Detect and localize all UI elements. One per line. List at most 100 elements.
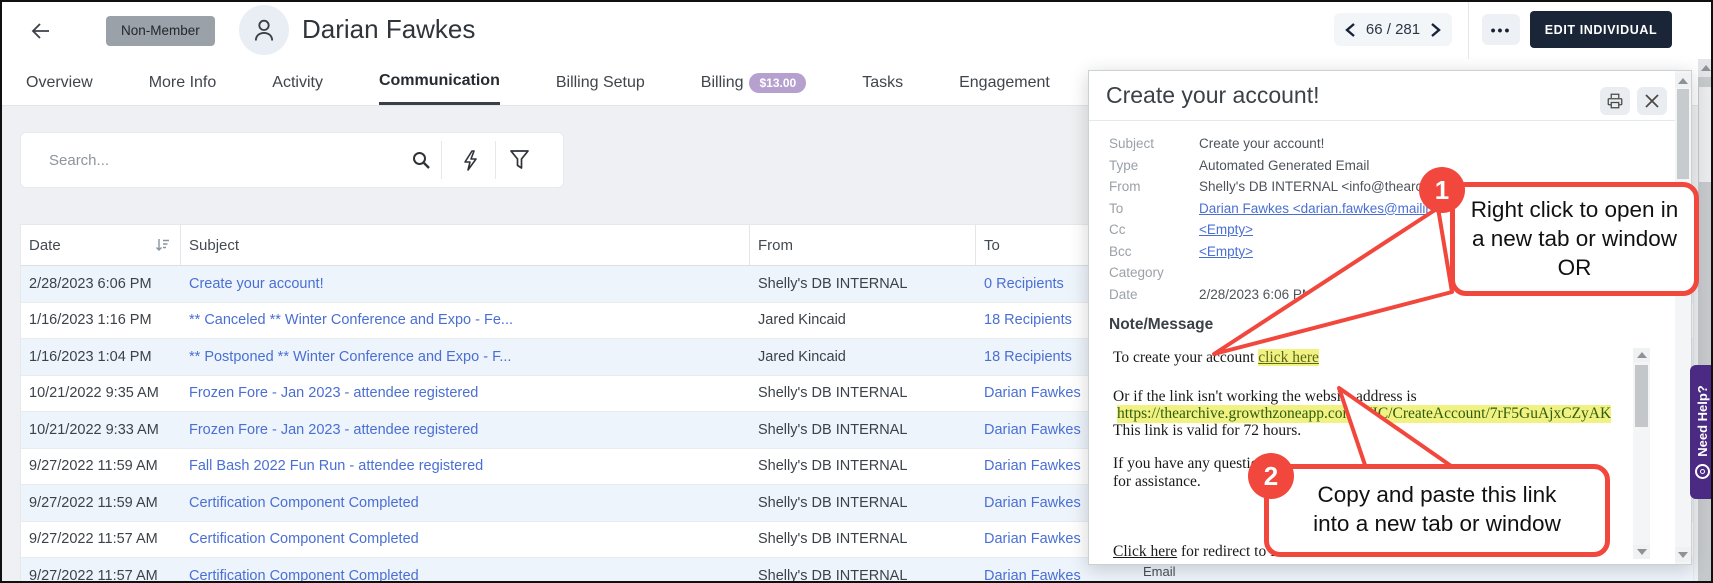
cell-date: 9/27/2022 11:57 AM bbox=[29, 567, 158, 583]
tab-engagement[interactable]: Engagement bbox=[959, 60, 1050, 105]
cell-from: Shelly's DB INTERNAL bbox=[758, 494, 908, 511]
page-scroll-up[interactable] bbox=[1698, 59, 1711, 77]
cell-date: 9/27/2022 11:57 AM bbox=[29, 531, 158, 548]
cell-date: 2/28/2023 6:06 PM bbox=[29, 275, 152, 292]
email-field-row: Subject Create your account! bbox=[1109, 133, 1579, 155]
filter-funnel-icon[interactable] bbox=[510, 150, 529, 175]
column-header-from[interactable]: From bbox=[750, 225, 976, 265]
record-pagination: 66 / 281 bbox=[1334, 13, 1452, 46]
note-scroll-up[interactable] bbox=[1633, 348, 1650, 362]
redirect-click-here-link[interactable]: Click here bbox=[1113, 543, 1177, 560]
header-divider bbox=[1468, 2, 1469, 59]
cell-date: 10/21/2022 9:35 AM bbox=[29, 385, 159, 402]
dialog-scroll-up[interactable] bbox=[1675, 73, 1691, 88]
more-actions-button[interactable]: ••• bbox=[1482, 14, 1520, 45]
page-title: Darian Fawkes bbox=[302, 14, 476, 44]
column-header-date[interactable]: Date bbox=[21, 225, 181, 265]
cell-to-link[interactable]: Darian Fawkes bbox=[976, 568, 1693, 581]
page-scroll-thumb[interactable] bbox=[1699, 87, 1711, 182]
sort-icon[interactable] bbox=[155, 238, 170, 252]
note-scroll-thumb[interactable] bbox=[1635, 365, 1648, 427]
dialog-title: Create your account! bbox=[1106, 82, 1320, 108]
cell-subject-link[interactable]: Certification Component Completed bbox=[181, 495, 750, 511]
email-field-row: Type Automated Generated Email bbox=[1109, 155, 1579, 177]
tab-activity[interactable]: Activity bbox=[272, 60, 323, 105]
callout-2-bubble: Copy and paste this link into a new tab … bbox=[1264, 464, 1610, 557]
cell-subject-link[interactable]: Certification Component Completed bbox=[181, 568, 750, 581]
cell-date: 9/27/2022 11:59 AM bbox=[29, 458, 158, 475]
quick-actions-lightning-icon[interactable] bbox=[463, 150, 480, 176]
note-line-6: Click here for redirect to B bbox=[1113, 543, 1281, 560]
cell-subject-link[interactable]: ** Postponed ** Winter Conference and Ex… bbox=[181, 349, 750, 365]
search-icon[interactable] bbox=[411, 150, 431, 175]
page-scrollbar[interactable] bbox=[1698, 59, 1711, 581]
search-divider-2 bbox=[495, 141, 496, 179]
account-url-link[interactable]: https://thearchive.growthzoneapp.com/MIC… bbox=[1117, 405, 1612, 423]
field-value: Automated Generated Email bbox=[1199, 157, 1370, 173]
next-record-button[interactable] bbox=[1430, 22, 1441, 37]
search-input[interactable]: Search... bbox=[49, 133, 109, 187]
billing-amount-badge: $13.00 bbox=[749, 72, 807, 93]
tab-billing-label: Billing bbox=[700, 73, 744, 91]
field-label: To bbox=[1109, 200, 1124, 216]
tab-billing-setup[interactable]: Billing Setup bbox=[556, 60, 645, 105]
column-header-subject[interactable]: Subject bbox=[181, 225, 750, 265]
cell-subject-link[interactable]: ** Canceled ** Winter Conference and Exp… bbox=[181, 312, 750, 328]
field-value: <Empty> bbox=[1199, 243, 1254, 259]
header-bar: Non-Member Darian Fawkes 66 / 281 ••• ED… bbox=[2, 2, 1711, 61]
prev-record-button[interactable] bbox=[1345, 22, 1356, 37]
search-divider bbox=[441, 141, 442, 179]
note-message-heading: Note/Message bbox=[1109, 316, 1214, 333]
dialog-scroll-down[interactable] bbox=[1675, 547, 1691, 562]
cell-date: 10/21/2022 9:33 AM bbox=[29, 421, 159, 438]
callout-1-number: 1 bbox=[1419, 167, 1465, 213]
need-help-tab[interactable]: Need Help? bbox=[1690, 365, 1711, 499]
dialog-scroll-thumb[interactable] bbox=[1677, 89, 1689, 179]
field-value: Create your account! bbox=[1199, 136, 1325, 152]
cell-subject-link[interactable]: Fall Bash 2022 Fun Run - attendee regist… bbox=[181, 458, 750, 474]
cell-from: Jared Kincaid bbox=[758, 348, 846, 365]
cell-from: Shelly's DB INTERNAL bbox=[758, 567, 908, 583]
field-label: Subject bbox=[1109, 136, 1155, 152]
click-here-link[interactable]: click here bbox=[1258, 349, 1319, 366]
print-button[interactable] bbox=[1600, 87, 1630, 115]
edit-individual-button[interactable]: EDIT INDIVIDUAL bbox=[1530, 11, 1672, 48]
cell-date: 9/27/2022 11:59 AM bbox=[29, 494, 158, 511]
cell-from: Shelly's DB INTERNAL bbox=[758, 458, 908, 475]
search-bar[interactable]: Search... bbox=[20, 132, 564, 188]
cell-from: Jared Kincaid bbox=[758, 312, 846, 329]
person-icon bbox=[254, 19, 274, 41]
cell-from: Shelly's DB INTERNAL bbox=[758, 531, 908, 548]
tab-communication[interactable]: Communication bbox=[378, 60, 500, 105]
tab-overview[interactable]: Overview bbox=[26, 60, 93, 105]
cell-subject-link[interactable]: Certification Component Completed bbox=[181, 531, 750, 547]
back-button[interactable] bbox=[26, 16, 56, 46]
help-buoy-icon bbox=[1695, 463, 1710, 479]
note-line-2: Or if the link isn't working the website… bbox=[1113, 388, 1417, 405]
note-line-5: for assistance. bbox=[1113, 473, 1201, 490]
clipped-text-email: Email bbox=[1143, 564, 1176, 579]
note-scroll-down[interactable] bbox=[1633, 545, 1650, 559]
field-value: Shelly's DB INTERNAL <info@thearch bbox=[1199, 179, 1430, 195]
field-value: <Empty> bbox=[1199, 222, 1254, 238]
cell-from: Shelly's DB INTERNAL bbox=[758, 421, 908, 438]
field-value: Darian Fawkes <darian.fawkes@mailina bbox=[1199, 200, 1441, 216]
note-line-3: This link is valid for 72 hours. bbox=[1113, 422, 1302, 439]
cell-subject-link[interactable]: Frozen Fore - Jan 2023 - attendee regist… bbox=[181, 422, 750, 438]
tab-more-info[interactable]: More Info bbox=[149, 60, 217, 105]
need-help-tab-wrapper: Need Help? bbox=[1690, 365, 1711, 499]
tab-tasks[interactable]: Tasks bbox=[862, 60, 903, 105]
close-button[interactable] bbox=[1637, 87, 1667, 115]
cell-from: Shelly's DB INTERNAL bbox=[758, 385, 908, 402]
callout-2-number: 2 bbox=[1248, 453, 1294, 499]
callout-1-bubble: Right click to open in a new tab or wind… bbox=[1450, 182, 1699, 296]
avatar bbox=[239, 5, 289, 55]
tab-billing[interactable]: Billing $13.00 bbox=[700, 60, 807, 105]
membership-status-badge: Non-Member bbox=[106, 16, 215, 46]
note-line-1: To create your account click here bbox=[1113, 349, 1319, 366]
cell-from: Shelly's DB INTERNAL bbox=[758, 275, 908, 292]
cell-subject-link[interactable]: Create your account! bbox=[181, 276, 750, 292]
cell-subject-link[interactable]: Frozen Fore - Jan 2023 - attendee regist… bbox=[181, 385, 750, 401]
dialog-separator bbox=[1089, 120, 1675, 121]
cell-date: 1/16/2023 1:04 PM bbox=[29, 348, 152, 365]
